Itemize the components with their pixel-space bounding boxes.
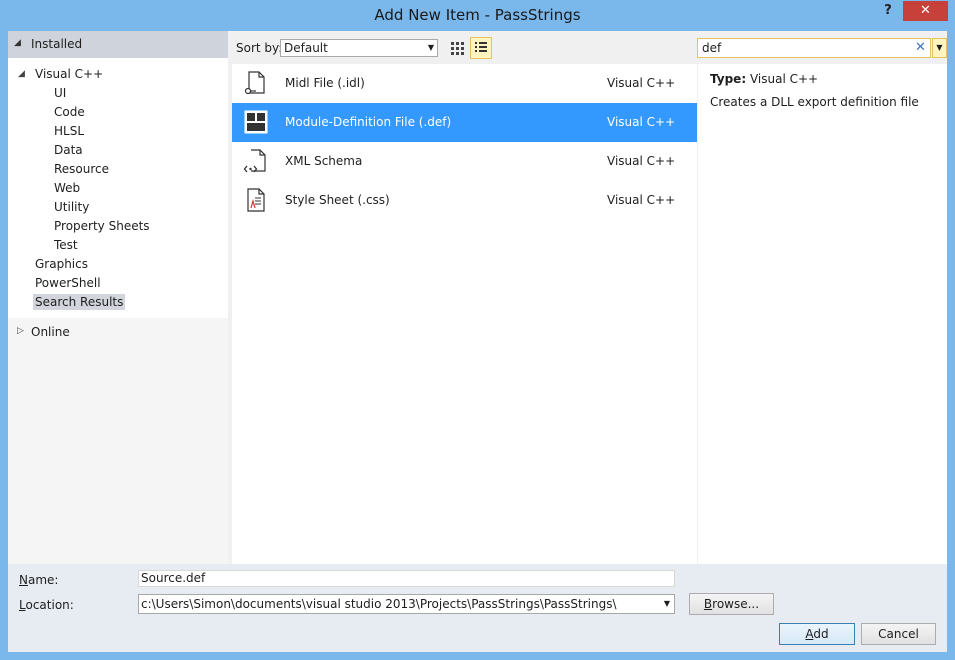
dialog-client-area: ◢ Installed ◢ Visual C++ UI Code HLSL Da… bbox=[8, 31, 947, 652]
item-list: Midl File (.idl) Visual C++ Module-Defin… bbox=[232, 64, 697, 564]
chevron-down-icon: ▼ bbox=[663, 595, 670, 613]
xml-schema-icon bbox=[243, 149, 266, 173]
list-item[interactable]: Module-Definition File (.def) Visual C++ bbox=[232, 103, 697, 142]
item-language: Visual C++ bbox=[607, 115, 676, 129]
item-name: Style Sheet (.css) bbox=[285, 193, 390, 207]
cancel-button[interactable]: Cancel bbox=[861, 623, 936, 645]
template-tree-panel: ◢ Installed ◢ Visual C++ UI Code HLSL Da… bbox=[8, 31, 228, 564]
tree-item-property-sheets[interactable]: Property Sheets bbox=[52, 218, 152, 234]
tree-item-online[interactable]: ▷ Online bbox=[8, 321, 228, 343]
add-new-item-dialog: Add New Item - PassStrings ? ✕ ◢ Install… bbox=[0, 0, 955, 660]
chevron-down-icon: ▼ bbox=[936, 43, 943, 52]
detail-type-label: Type: bbox=[710, 72, 747, 86]
tree-item-utility[interactable]: Utility bbox=[52, 199, 91, 215]
close-button[interactable]: ✕ bbox=[903, 1, 948, 21]
search-input[interactable]: def bbox=[697, 38, 931, 58]
clear-search-icon[interactable]: ✕ bbox=[915, 40, 926, 55]
details-panel: Type: Visual C++ Creates a DLL export de… bbox=[698, 64, 947, 564]
help-button[interactable]: ? bbox=[878, 3, 898, 21]
bottom-panel: Name: Source.def Location: c:\Users\Simo… bbox=[8, 564, 947, 652]
tree-item-visual-cpp[interactable]: Visual C++ bbox=[33, 66, 105, 82]
item-name: Module-Definition File (.def) bbox=[285, 115, 452, 129]
collapsed-arrow-icon[interactable]: ▷ bbox=[17, 326, 24, 336]
tree-item-search-results[interactable]: Search Results bbox=[33, 294, 126, 310]
tree-item-code[interactable]: Code bbox=[52, 104, 87, 120]
list-view-button[interactable] bbox=[470, 37, 492, 59]
list-view-icon bbox=[475, 42, 487, 52]
midl-file-icon bbox=[244, 71, 265, 95]
title-bar[interactable]: Add New Item - PassStrings ? ✕ bbox=[0, 0, 955, 32]
item-name: XML Schema bbox=[285, 154, 363, 168]
name-label: Name: bbox=[19, 573, 59, 587]
sort-by-dropdown[interactable]: Default ▼ bbox=[280, 39, 438, 57]
tree-item-ui[interactable]: UI bbox=[52, 85, 68, 101]
grid-view-icon bbox=[451, 42, 464, 55]
location-label: Location: bbox=[19, 598, 74, 612]
list-item[interactable]: Style Sheet (.css) Visual C++ bbox=[232, 181, 697, 220]
sort-by-label: Sort by: bbox=[236, 41, 283, 55]
list-item[interactable]: XML Schema Visual C++ bbox=[232, 142, 697, 181]
window-title: Add New Item - PassStrings bbox=[374, 6, 581, 24]
tree-item-powershell[interactable]: PowerShell bbox=[33, 275, 103, 291]
detail-type: Type: Visual C++ bbox=[710, 72, 818, 86]
item-language: Visual C++ bbox=[607, 154, 676, 168]
tree-item-data[interactable]: Data bbox=[52, 142, 85, 158]
detail-description: Creates a DLL export definition file bbox=[710, 95, 919, 109]
tree-item-online-label: Online bbox=[31, 325, 70, 339]
tree-body: ◢ Visual C++ UI Code HLSL Data Resource … bbox=[8, 58, 228, 318]
expanded-arrow-icon[interactable]: ◢ bbox=[14, 38, 21, 48]
tree-header-label: Installed bbox=[31, 37, 83, 51]
style-sheet-icon bbox=[247, 188, 265, 212]
item-language: Visual C++ bbox=[607, 193, 676, 207]
small-icons-view-button[interactable] bbox=[446, 37, 468, 59]
add-button[interactable]: Add bbox=[779, 623, 855, 645]
tree-item-web[interactable]: Web bbox=[52, 180, 82, 196]
tree-header-installed[interactable]: ◢ Installed bbox=[8, 31, 228, 58]
list-item[interactable]: Midl File (.idl) Visual C++ bbox=[232, 64, 697, 103]
toolbar: Sort by: Default ▼ def ✕ ▼ bbox=[232, 36, 947, 60]
tree-item-hlsl[interactable]: HLSL bbox=[52, 123, 86, 139]
sort-by-value: Default bbox=[284, 41, 328, 55]
expanded-arrow-icon[interactable]: ◢ bbox=[18, 69, 25, 79]
browse-button[interactable]: Browse... bbox=[689, 593, 774, 615]
location-value: c:\Users\Simon\documents\visual studio 2… bbox=[141, 597, 617, 611]
tree-item-test[interactable]: Test bbox=[52, 237, 80, 253]
tree-item-graphics[interactable]: Graphics bbox=[33, 256, 90, 272]
chevron-down-icon: ▼ bbox=[427, 43, 434, 52]
search-dropdown-button[interactable]: ▼ bbox=[932, 38, 947, 58]
name-field[interactable]: Source.def bbox=[138, 570, 675, 587]
tree-item-resource[interactable]: Resource bbox=[52, 161, 111, 177]
item-name: Midl File (.idl) bbox=[285, 76, 365, 90]
module-definition-file-icon bbox=[244, 110, 268, 134]
detail-type-value: Visual C++ bbox=[749, 72, 819, 86]
location-dropdown[interactable]: c:\Users\Simon\documents\visual studio 2… bbox=[138, 594, 675, 614]
item-language: Visual C++ bbox=[607, 76, 676, 90]
